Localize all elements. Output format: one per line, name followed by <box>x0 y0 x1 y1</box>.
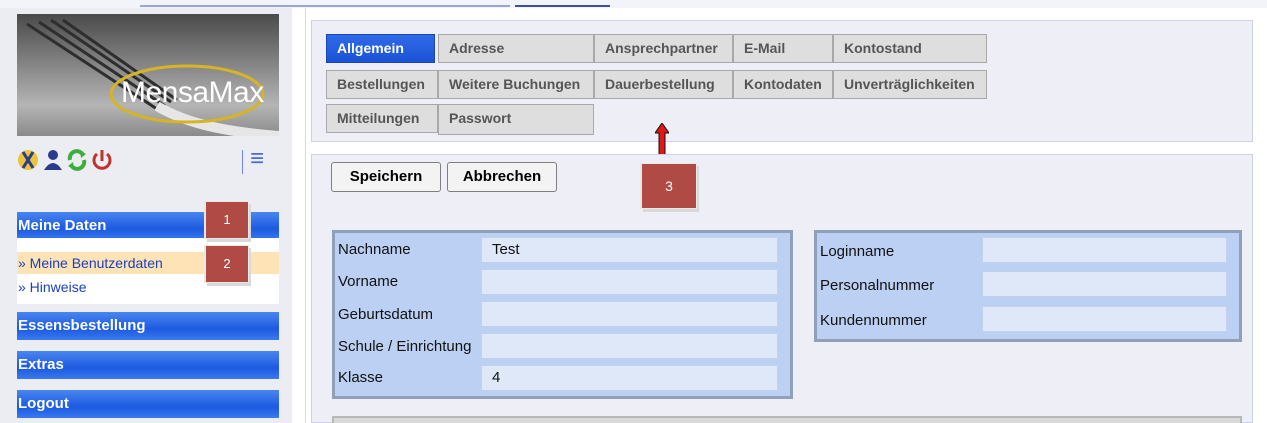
tab-ansprechpartner[interactable]: Ansprechpartner <box>594 34 733 63</box>
tab-unvertraeglichkeiten[interactable]: Unverträglichkeiten <box>833 70 987 99</box>
tab-label: Adresse <box>449 40 505 56</box>
tab-label: Passwort <box>449 110 512 126</box>
personalnummer-field[interactable] <box>982 271 1227 297</box>
label-loginname: Loginname <box>820 243 895 260</box>
nav-extras-label: Extras <box>18 356 64 373</box>
sidebar-toolbar: ≡ <box>17 140 279 184</box>
tab-kontostand[interactable]: Kontostand <box>833 34 987 63</box>
vorname-field[interactable] <box>481 269 778 295</box>
tab-label: E-Mail <box>744 40 786 56</box>
tab-dauerbestellung[interactable]: Dauerbestellung <box>594 70 733 99</box>
sidebar-item-label: » Meine Benutzerdaten <box>18 255 163 271</box>
next-section-box <box>332 416 1242 423</box>
refresh-icon[interactable] <box>66 148 88 172</box>
tab-e-mail[interactable]: E-Mail <box>733 34 833 63</box>
loginname-field[interactable] <box>982 237 1227 263</box>
top-strip <box>0 0 1267 8</box>
tab-label: Allgemein <box>337 40 404 56</box>
tab-label: Weitere Buchungen <box>449 76 581 92</box>
tab-label: Mitteilungen <box>337 110 420 126</box>
annotation-marker-2: 2 <box>205 245 249 283</box>
top-progress-active <box>515 5 610 7</box>
sidebar-item-label: » Hinweise <box>18 279 87 295</box>
tab-label: Kontostand <box>844 40 922 56</box>
tab-label: Bestellungen <box>337 76 425 92</box>
label-vorname: Vorname <box>338 273 399 290</box>
tab-bestellungen[interactable]: Bestellungen <box>326 70 438 99</box>
nav-meine-daten-label: Meine Daten <box>18 217 107 234</box>
logo-text: MensaMax <box>121 76 264 109</box>
kundennummer-field[interactable] <box>982 306 1227 332</box>
label-kundennummer: Kundennummer <box>820 312 927 329</box>
cancel-button[interactable]: Abbrechen <box>447 162 557 192</box>
label-personalnummer: Personalnummer <box>820 277 935 294</box>
tab-label: Dauerbestellung <box>605 76 715 92</box>
annotation-marker-3: 3 <box>641 163 697 209</box>
cutlery-icon[interactable] <box>17 148 39 172</box>
fork-logo-graphic <box>26 18 279 136</box>
nav-essensbestellung-label: Essensbestellung <box>18 317 146 334</box>
nav-logout-label: Logout <box>18 395 69 412</box>
user-icon[interactable] <box>42 148 64 172</box>
annotation-marker-1: 1 <box>205 201 249 239</box>
tab-allgemein[interactable]: Allgemein <box>326 34 435 63</box>
tab-kontodaten[interactable]: Kontodaten <box>733 70 833 99</box>
klasse-field[interactable]: 4 <box>481 365 778 391</box>
nachname-field[interactable]: Test <box>481 237 778 263</box>
top-progress-bar <box>140 5 510 7</box>
power-icon[interactable] <box>91 148 113 172</box>
tab-weitere-buchungen[interactable]: Weitere Buchungen <box>438 70 594 99</box>
label-geburtsdatum: Geburtsdatum <box>338 306 434 323</box>
label-klasse: Klasse <box>338 369 384 386</box>
label-schule-einrichtung: Schule / Einrichtung <box>338 338 472 355</box>
nav-extras[interactable]: Extras <box>17 351 279 379</box>
nav-essensbestellung[interactable]: Essensbestellung <box>17 312 279 340</box>
tab-label: Unverträglichkeiten <box>844 76 975 92</box>
tab-label: Kontodaten <box>744 76 822 92</box>
save-button[interactable]: Speichern <box>331 162 441 192</box>
geburtsdatum-field[interactable] <box>481 301 778 327</box>
tab-label: Ansprechpartner <box>605 40 718 56</box>
hamburger-menu-icon[interactable]: ≡ <box>242 147 272 174</box>
nav-logout[interactable]: Logout <box>17 390 279 418</box>
label-nachname: Nachname <box>338 241 411 258</box>
schule-einrichtung-field[interactable] <box>481 333 778 359</box>
app-logo: MensaMax <box>17 14 279 136</box>
tab-adresse[interactable]: Adresse <box>438 34 594 63</box>
tab-mitteilungen[interactable]: Mitteilungen <box>326 104 438 133</box>
tab-passwort[interactable]: Passwort <box>438 104 594 135</box>
